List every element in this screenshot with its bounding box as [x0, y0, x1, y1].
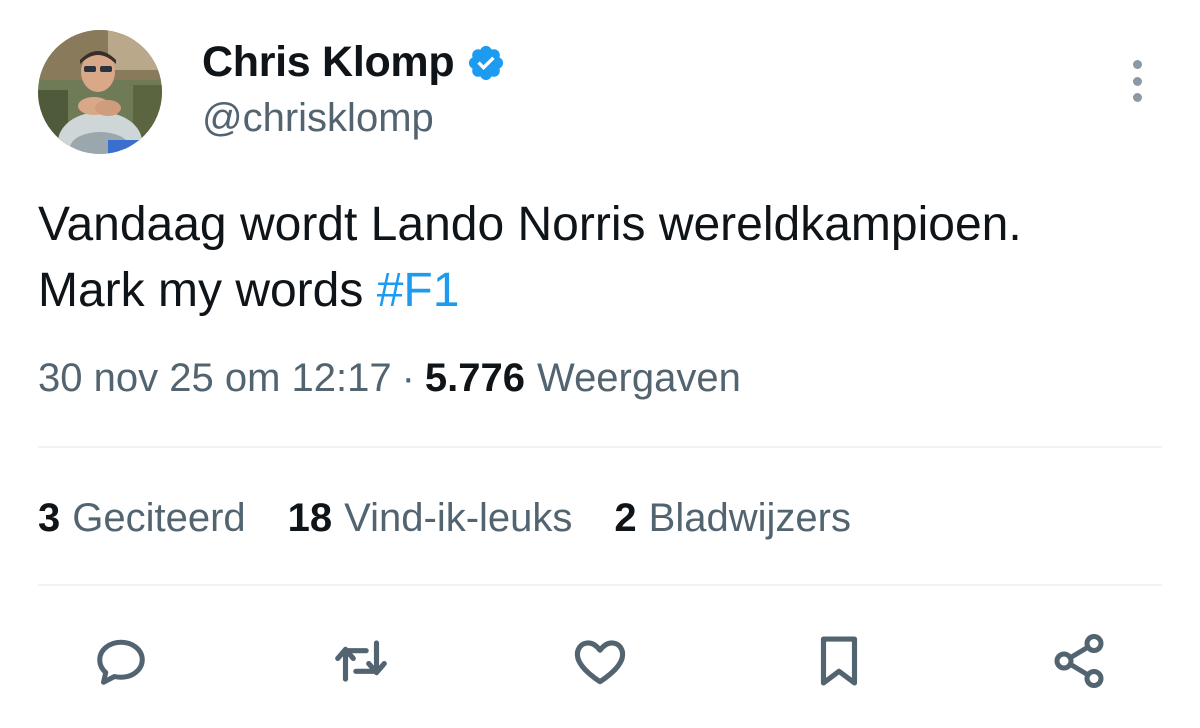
stat-label: Vind-ik-leuks	[344, 496, 573, 540]
stat-count: 2	[614, 496, 637, 540]
views-label: Weergaven	[537, 356, 741, 400]
divider	[38, 584, 1162, 586]
more-dot	[1132, 60, 1142, 69]
more-dot	[1132, 93, 1142, 102]
stat-label: Bladwijzers	[648, 496, 851, 540]
avatar[interactable]	[38, 30, 162, 154]
bookmark-icon	[820, 636, 858, 686]
tweet-body: Vandaag wordt Lando Norris wereldkampioe…	[38, 198, 1022, 317]
stat-count: 18	[287, 496, 333, 540]
stat-quotes[interactable]: 3 Geciteerd	[38, 496, 246, 541]
share-icon	[1054, 634, 1104, 689]
more-dot	[1132, 76, 1142, 86]
repost-icon	[335, 640, 387, 682]
stat-label: Geciteerd	[72, 496, 246, 540]
author-name[interactable]: Chris Klomp	[202, 38, 455, 87]
stat-count: 3	[38, 496, 61, 540]
tweet-text: Vandaag wordt Lando Norris wereldkampioe…	[38, 192, 1138, 324]
like-button[interactable]	[565, 626, 635, 696]
meta-separator: ·	[401, 356, 415, 400]
views-count: 5.776	[424, 356, 526, 400]
engagement-stats: 3 Geciteerd 18 Vind-ik-leuks 2 Bladwijze…	[38, 496, 893, 541]
bookmark-button[interactable]	[804, 626, 874, 696]
hashtag-link[interactable]: #F1	[377, 264, 460, 317]
author-handle[interactable]: @chrisklomp	[202, 96, 434, 141]
repost-button[interactable]	[326, 626, 396, 696]
tweet-meta: 30 nov 25 om 12:17 · 5.776 Weergaven	[38, 356, 741, 401]
verified-badge-icon[interactable]	[466, 43, 506, 83]
more-options-icon[interactable]	[1120, 56, 1154, 106]
stat-bookmarks[interactable]: 2 Bladwijzers	[614, 496, 851, 541]
reply-icon	[97, 639, 145, 685]
timestamp[interactable]: 30 nov 25 om 12:17	[38, 356, 392, 401]
author-row: Chris Klomp	[202, 38, 506, 87]
action-bar	[0, 626, 1200, 696]
share-button[interactable]	[1044, 626, 1114, 696]
like-icon	[574, 640, 626, 685]
divider	[38, 446, 1162, 448]
stat-likes[interactable]: 18 Vind-ik-leuks	[288, 496, 573, 541]
reply-button[interactable]	[86, 626, 156, 696]
